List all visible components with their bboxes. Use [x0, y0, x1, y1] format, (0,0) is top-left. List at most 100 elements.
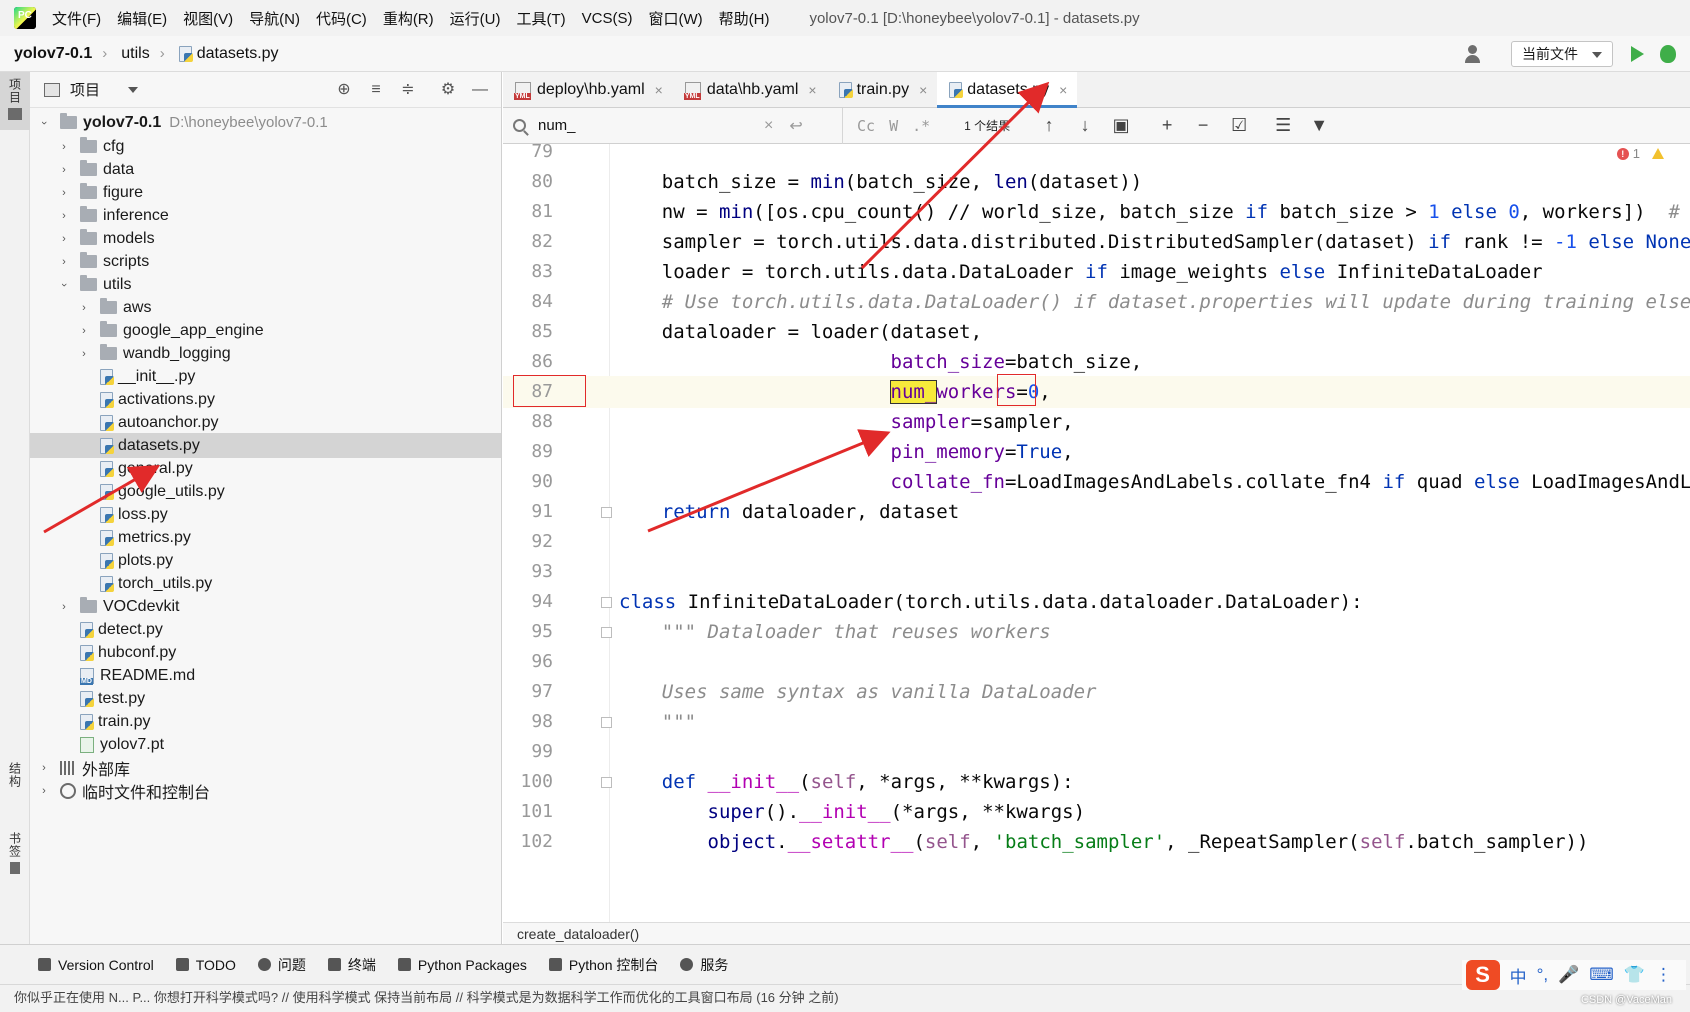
menu-code[interactable]: 代码(C)	[316, 8, 367, 29]
remove-occurrence-icon[interactable]: −	[1194, 115, 1212, 136]
tree-item-scratches[interactable]: › 临时文件和控制台	[30, 778, 501, 803]
code-line[interactable]: 84 # Use torch.utils.data.DataLoader() i…	[503, 286, 1690, 318]
chevron-right-icon[interactable]: ›	[58, 164, 70, 176]
tree-item-file[interactable]: yolov7.pt	[30, 732, 501, 757]
whole-words-toggle[interactable]: W	[889, 117, 898, 135]
tool-todo[interactable]: TODO	[175, 957, 236, 973]
menu-help[interactable]: 帮助(H)	[719, 8, 770, 29]
code-line[interactable]: 81 nw = min([os.cpu_count() // world_siz…	[503, 196, 1690, 228]
menu-edit[interactable]: 编辑(E)	[117, 8, 167, 29]
locate-target-icon[interactable]: ⊕	[335, 81, 353, 99]
tree-item-folder[interactable]: › inference	[30, 203, 501, 228]
tree-item-file-selected[interactable]: datasets.py	[30, 433, 501, 458]
tree-item-folder[interactable]: › scripts	[30, 249, 501, 274]
menu-view[interactable]: 视图(V)	[183, 8, 233, 29]
fold-marker-icon[interactable]	[601, 627, 612, 638]
code-editor[interactable]: ! 1 79 80 batch_size = min(batch_size, l…	[503, 144, 1690, 922]
tree-item-folder[interactable]: › data	[30, 157, 501, 182]
tab-deploy-hb-yaml[interactable]: deploy\hb.yaml ×	[503, 72, 673, 107]
filter-options-icon[interactable]: ☰	[1274, 115, 1292, 136]
fold-marker-icon[interactable]	[601, 717, 612, 728]
tree-item-folder[interactable]: › figure	[30, 180, 501, 205]
run-configuration-select[interactable]: 当前文件	[1511, 41, 1613, 67]
tree-item-file[interactable]: activations.py	[30, 387, 501, 412]
tree-item-file[interactable]: plots.py	[30, 548, 501, 573]
find-input[interactable]	[538, 117, 758, 134]
code-line[interactable]: 97 Uses same syntax as vanilla DataLoade…	[503, 676, 1690, 708]
chevron-right-icon[interactable]: ›	[78, 348, 90, 360]
code-line[interactable]: 93	[503, 556, 1690, 588]
tree-item-file[interactable]: __init__.py	[30, 364, 501, 389]
stripe-bookmarks-button[interactable]: 书签	[0, 832, 30, 892]
code-line[interactable]: 89 pin_memory=True,	[503, 436, 1690, 468]
code-line[interactable]: 102 object.__setattr__(self, 'batch_samp…	[503, 826, 1690, 858]
search-icon[interactable]	[513, 119, 526, 132]
code-line[interactable]: 88 sampler=sampler,	[503, 406, 1690, 438]
tree-item-file[interactable]: loss.py	[30, 502, 501, 527]
add-occurrence-icon[interactable]: +	[1158, 115, 1176, 136]
tree-item-file[interactable]: README.md	[30, 663, 501, 688]
tree-item-external-libraries[interactable]: › 外部库	[30, 755, 501, 780]
skin-icon[interactable]: 👕	[1624, 965, 1645, 985]
code-line-current[interactable]: 87 num_workers=0,	[503, 376, 1690, 408]
microphone-icon[interactable]: 🎤	[1558, 965, 1579, 985]
debug-bug-icon[interactable]	[1660, 45, 1676, 63]
chevron-right-icon[interactable]: ›	[78, 325, 90, 337]
chevron-right-icon[interactable]: ›	[58, 141, 70, 153]
match-case-toggle[interactable]: Cc	[857, 117, 875, 135]
chevron-right-icon[interactable]: ›	[38, 762, 50, 774]
tree-item-file[interactable]: detect.py	[30, 617, 501, 642]
filter-icon[interactable]: ▼	[1310, 115, 1328, 136]
breadcrumb-file[interactable]: datasets.py	[178, 45, 279, 63]
ime-punctuation[interactable]: °,	[1537, 965, 1549, 985]
menu-navigate[interactable]: 导航(N)	[249, 8, 300, 29]
tool-terminal[interactable]: 终端	[327, 955, 376, 975]
tree-item-folder[interactable]: › cfg	[30, 134, 501, 159]
gear-icon[interactable]: ⚙	[439, 81, 457, 99]
menu-file[interactable]: 文件(F)	[52, 8, 101, 29]
chevron-down-icon[interactable]: ›	[38, 117, 50, 129]
tree-item-file[interactable]: autoanchor.py	[30, 410, 501, 435]
minimize-icon[interactable]: —	[471, 81, 489, 99]
chevron-right-icon[interactable]: ›	[58, 233, 70, 245]
select-all-occurrences-icon[interactable]: ☑	[1230, 115, 1248, 136]
tree-item-file[interactable]: train.py	[30, 709, 501, 734]
code-line[interactable]: 83 loader = torch.utils.data.DataLoader …	[503, 256, 1690, 288]
tree-item-file[interactable]: torch_utils.py	[30, 571, 501, 596]
tool-problems[interactable]: 问题	[257, 955, 306, 975]
menu-refactor[interactable]: 重构(R)	[383, 8, 434, 29]
expand-all-icon[interactable]: ≡	[367, 81, 385, 99]
project-panel-title[interactable]: 项目	[70, 79, 100, 100]
regex-toggle[interactable]: .*	[912, 117, 930, 135]
code-line[interactable]: 98 """	[503, 706, 1690, 738]
tree-item-folder-utils[interactable]: › utils	[30, 272, 501, 297]
stripe-project-button[interactable]: 项目	[0, 72, 30, 130]
tree-item-folder[interactable]: › models	[30, 226, 501, 251]
chevron-right-icon[interactable]: ›	[78, 302, 90, 314]
tree-item-file[interactable]: metrics.py	[30, 525, 501, 550]
code-line[interactable]: 96	[503, 646, 1690, 678]
close-icon[interactable]: ×	[919, 82, 927, 98]
tool-python-console[interactable]: Python 控制台	[548, 955, 658, 975]
tree-item-file[interactable]: google_utils.py	[30, 479, 501, 504]
code-line[interactable]: 101 super().__init__(*args, **kwargs)	[503, 796, 1690, 828]
chevron-down-icon[interactable]	[128, 86, 139, 93]
fold-marker-icon[interactable]	[601, 507, 612, 518]
more-icon[interactable]: ⋮	[1655, 965, 1672, 985]
menu-run[interactable]: 运行(U)	[450, 8, 501, 29]
code-line[interactable]: 91 return dataloader, dataset	[503, 496, 1690, 528]
menu-window[interactable]: 窗口(W)	[648, 8, 702, 29]
code-line[interactable]: 85 dataloader = loader(dataset,	[503, 316, 1690, 348]
open-in-window-icon[interactable]: ▣	[1112, 115, 1130, 136]
tab-datasets-py[interactable]: datasets.py ×	[937, 72, 1078, 108]
menu-tools[interactable]: 工具(T)	[516, 8, 565, 29]
editor-breadcrumb[interactable]: create_dataloader()	[503, 922, 1690, 944]
menu-vcs[interactable]: VCS(S)	[582, 10, 633, 27]
tab-data-hb-yaml[interactable]: data\hb.yaml ×	[673, 72, 827, 107]
breadcrumb-project[interactable]: yolov7-0.1	[14, 45, 92, 63]
code-line[interactable]: 79	[503, 144, 1690, 168]
status-bar[interactable]: 你似乎正在使用 N... P... 你想打开科学模式吗? // 使用科学模式 保…	[0, 984, 1690, 1012]
fold-marker-icon[interactable]	[601, 597, 612, 608]
keyboard-icon[interactable]: ⌨	[1589, 965, 1614, 985]
tool-services[interactable]: 服务	[680, 955, 728, 975]
